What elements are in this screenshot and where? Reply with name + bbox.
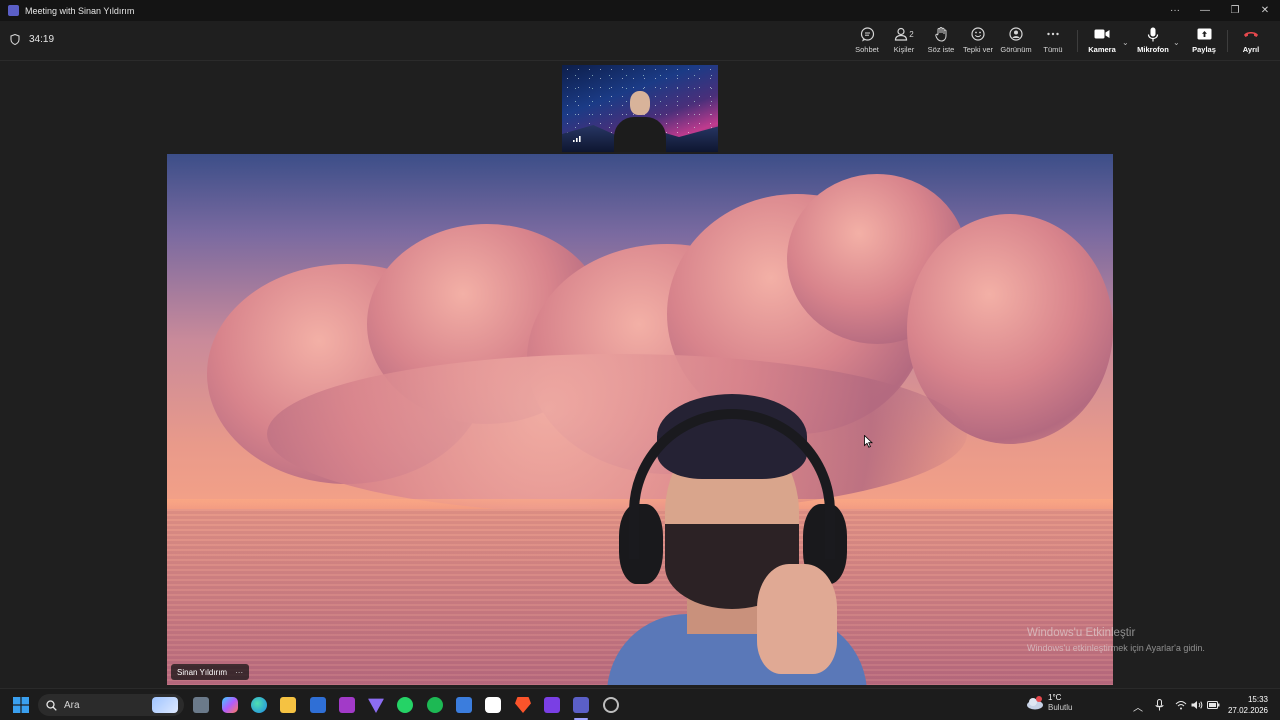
chatgpt-icon[interactable] xyxy=(603,697,619,713)
weather-condition: Bulutlu xyxy=(1048,703,1073,712)
mic-options-chevron-down-icon[interactable]: ⌄ xyxy=(1173,38,1180,47)
people-button[interactable]: 2 Kişiler xyxy=(892,26,916,56)
restore-button[interactable]: ❐ xyxy=(1220,0,1250,21)
shield-icon xyxy=(10,34,20,45)
whatsapp-icon[interactable] xyxy=(397,697,413,713)
watermark-subtitle: Windows'u etkinleştirmek için Ayarlar'a … xyxy=(1027,643,1205,653)
view-button[interactable]: Görünüm xyxy=(1000,26,1032,56)
signal-strength-icon xyxy=(573,135,581,144)
show-hidden-icons-chevron-up-icon[interactable]: ︿ xyxy=(1133,699,1143,714)
app-icon-purple[interactable] xyxy=(339,697,355,713)
battery-icon[interactable] xyxy=(1207,701,1220,709)
spotify-icon[interactable] xyxy=(427,697,443,713)
file-explorer-icon[interactable] xyxy=(280,697,296,713)
hand-icon xyxy=(934,26,946,42)
camera-button[interactable]: Kamera xyxy=(1087,26,1117,56)
people-label: Kişiler xyxy=(893,45,915,54)
store-icon[interactable] xyxy=(310,697,326,713)
copilot-icon[interactable] xyxy=(222,697,238,713)
react-button[interactable]: Tepki ver xyxy=(963,26,993,56)
self-view-video[interactable] xyxy=(562,65,718,152)
search-icon xyxy=(46,699,57,711)
participant-name-tag[interactable]: Sinan Yıldırım ··· xyxy=(171,664,250,680)
windows-logo-icon xyxy=(13,697,29,713)
search-placeholder: Ara xyxy=(64,699,80,711)
mic-button[interactable]: Mikrofon xyxy=(1136,26,1170,56)
share-label: Paylaş xyxy=(1192,45,1216,54)
windows-taskbar: Ara 1°C Bulutlu ︿ 15:33 27.02.2026 xyxy=(0,688,1280,720)
clipchamp-icon[interactable] xyxy=(544,697,560,713)
raise-hand-button[interactable]: Söz iste xyxy=(928,26,954,56)
vpn-icon[interactable] xyxy=(368,698,384,713)
cloudy-weather-icon xyxy=(1027,696,1043,710)
toolbar-separator xyxy=(1077,30,1078,52)
title-bar: Meeting with Sinan Yıldırım ··· — ❐ ✕ xyxy=(0,0,1280,21)
meeting-toolbar: 34:19 Sohbet 2 Kişiler Söz iste Tepki ve… xyxy=(0,21,1280,61)
leave-button[interactable]: Ayrıl xyxy=(1238,26,1264,56)
taskbar-search[interactable]: Ara xyxy=(38,694,184,716)
window-title: Meeting with Sinan Yıldırım xyxy=(25,5,135,16)
brave-icon[interactable] xyxy=(515,697,531,713)
search-highlight-icon xyxy=(152,697,178,713)
more-actions-button[interactable]: Tümü xyxy=(1042,26,1064,56)
view-label: Görünüm xyxy=(1000,45,1032,54)
capcut-icon[interactable] xyxy=(485,697,501,713)
meeting-timer: 34:19 xyxy=(10,34,54,45)
participant-name: Sinan Yıldırım xyxy=(177,667,228,677)
more-actions-label: Tümü xyxy=(1043,45,1063,54)
watermark-title: Windows'u Etkinleştir xyxy=(1027,627,1136,639)
ellipsis-icon xyxy=(1047,32,1059,36)
chat-icon xyxy=(860,26,874,41)
hang-up-icon xyxy=(1244,32,1258,37)
people-icon xyxy=(895,27,908,41)
volume-icon[interactable] xyxy=(1191,700,1203,710)
window-controls: ··· — ❐ ✕ xyxy=(1160,0,1280,21)
minimize-button[interactable]: — xyxy=(1190,0,1220,21)
weather-temperature: 1°C xyxy=(1048,693,1062,702)
windows-activation-watermark: Windows'u Etkinleştir Windows'u etkinleş… xyxy=(1027,627,1205,653)
clock-time: 15:33 xyxy=(1247,695,1268,704)
share-icon xyxy=(1197,28,1211,39)
start-button[interactable] xyxy=(13,697,29,718)
toolbar-separator xyxy=(1227,30,1228,52)
camera-label: Kamera xyxy=(1088,45,1116,54)
mic-label: Mikrofon xyxy=(1137,45,1169,54)
timer-text: 34:19 xyxy=(29,34,55,45)
mouse-cursor-icon xyxy=(864,434,873,453)
teams-icon xyxy=(8,5,19,16)
emoji-icon xyxy=(971,27,985,41)
task-view-icon[interactable] xyxy=(193,697,209,713)
notepad-icon[interactable] xyxy=(456,697,472,713)
camera-options-chevron-down-icon[interactable]: ⌄ xyxy=(1122,38,1129,47)
clock-date: 27.02.2026 xyxy=(1227,706,1268,715)
view-icon xyxy=(1009,27,1023,41)
microphone-tray-icon[interactable] xyxy=(1155,699,1164,711)
taskbar-clock[interactable]: 15:33 27.02.2026 xyxy=(1228,694,1268,716)
teams-taskbar-icon[interactable] xyxy=(573,697,589,713)
wifi-icon[interactable] xyxy=(1175,700,1187,710)
chat-button[interactable]: Sohbet xyxy=(854,26,880,56)
react-label: Tepki ver xyxy=(963,45,994,54)
chat-label: Sohbet xyxy=(855,45,879,54)
share-button[interactable]: Paylaş xyxy=(1191,26,1217,56)
microphone-icon xyxy=(1147,27,1159,41)
more-options-button[interactable]: ··· xyxy=(1160,0,1190,21)
participant-person xyxy=(607,374,867,685)
main-participant-video[interactable] xyxy=(167,154,1113,685)
edge-icon[interactable] xyxy=(251,697,267,713)
leave-label: Ayrıl xyxy=(1242,45,1260,54)
camera-icon xyxy=(1094,29,1110,39)
self-view-person xyxy=(614,89,666,152)
participant-more-icon[interactable]: ··· xyxy=(235,668,243,677)
close-button[interactable]: ✕ xyxy=(1250,0,1280,21)
weather-widget[interactable]: 1°C Bulutlu xyxy=(1025,693,1072,713)
raise-hand-label: Söz iste xyxy=(927,45,955,54)
people-count: 2 xyxy=(909,29,914,39)
